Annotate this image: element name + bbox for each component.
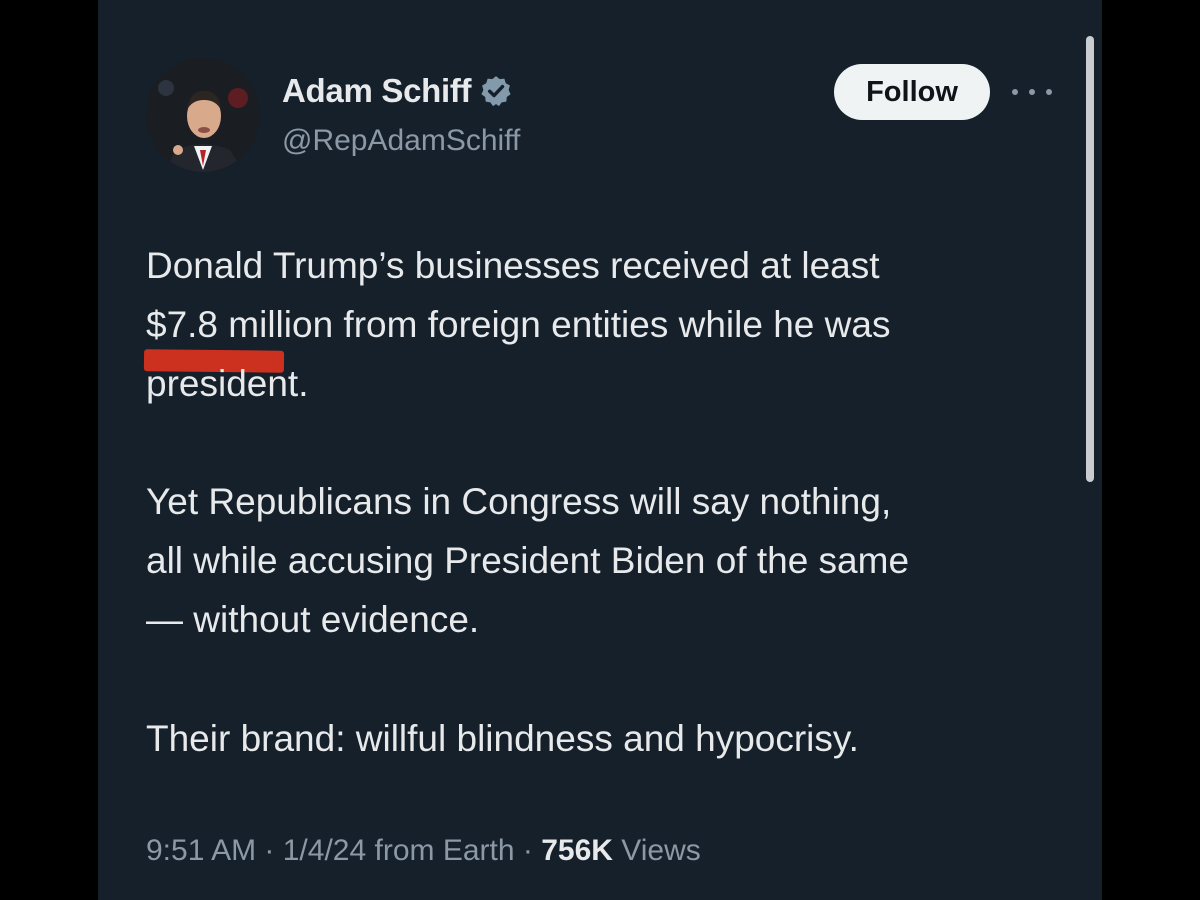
tweet-metadata: 9:51 AM · 1/4/24 from Earth · 756K Views — [146, 834, 701, 868]
tweet-source: from Earth — [366, 834, 515, 867]
tweet-paragraph-1: Donald Trump’s businesses received at le… — [146, 236, 1066, 413]
separator: · — [514, 834, 542, 867]
tweet-line: $7.8 million from foreign entities while… — [146, 304, 891, 345]
tweet-line: all while accusing President Biden of th… — [146, 540, 910, 581]
views-label: Views — [612, 834, 701, 867]
tweet-line: president. — [146, 363, 309, 404]
more-dot — [1029, 89, 1035, 95]
tweet-date[interactable]: 1/4/24 — [283, 834, 366, 867]
tweet-paragraph-2: Yet Republicans in Congress will say not… — [146, 472, 1066, 649]
views-count[interactable]: 756K — [541, 834, 613, 867]
tweet-time[interactable]: 9:51 AM — [146, 834, 256, 867]
user-handle[interactable]: @RepAdamSchiff — [282, 124, 520, 158]
display-name[interactable]: Adam Schiff — [282, 72, 513, 110]
scrollbar[interactable] — [1086, 36, 1094, 482]
more-options-icon[interactable] — [1012, 82, 1052, 102]
verified-badge-icon[interactable] — [479, 74, 513, 108]
tweet-paragraph-3: Their brand: willful blindness and hypoc… — [146, 709, 1066, 768]
tweet-line: — without evidence. — [146, 599, 480, 640]
more-dot — [1012, 89, 1018, 95]
avatar[interactable] — [146, 58, 260, 172]
display-name-text[interactable]: Adam Schiff — [282, 72, 472, 110]
separator: · — [256, 834, 283, 867]
tweet-line: Their brand: willful blindness and hypoc… — [146, 718, 859, 759]
tweet-line: Yet Republicans in Congress will say not… — [146, 481, 892, 522]
tweet-line: Donald Trump’s businesses received at le… — [146, 245, 880, 286]
follow-button[interactable]: Follow — [834, 64, 990, 120]
more-dot — [1046, 89, 1052, 95]
